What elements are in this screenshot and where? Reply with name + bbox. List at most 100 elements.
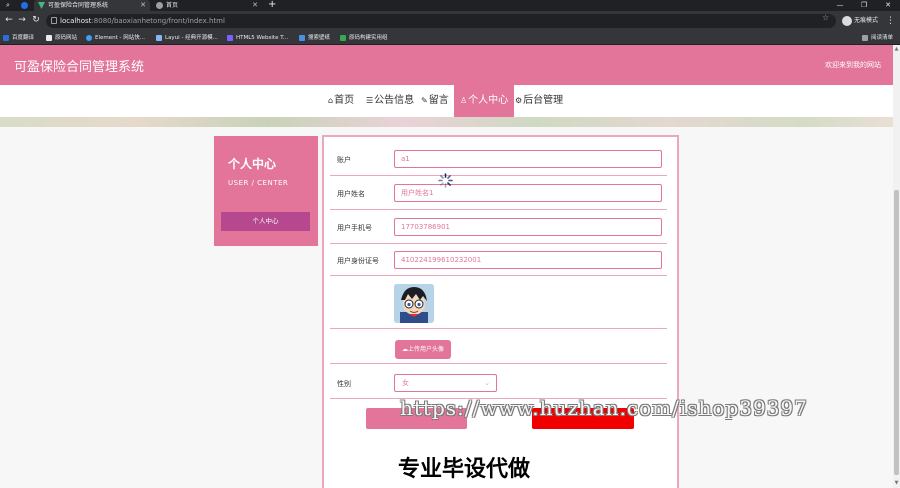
browser-menu-icon[interactable]: ⋮ <box>886 14 895 28</box>
gender-label: 性别 <box>337 380 351 388</box>
bookmark-item[interactable]: Element - 网站快... <box>86 31 145 45</box>
sidebar-subtitle: USER / CENTER <box>228 179 289 187</box>
form-row-avatar <box>330 276 667 329</box>
bookmark-label: HTML5 Website T... <box>236 35 289 41</box>
form-row-upload <box>330 329 667 364</box>
bookmark-label: 百度翻译 <box>12 35 35 41</box>
account-label: 账户 <box>337 156 351 164</box>
bookmark-label: Element - 网站快... <box>95 35 145 41</box>
browser-toolbar: ← → ↻ localhost:8080/baoxianhetong/front… <box>0 11 900 31</box>
component-icon <box>340 35 346 41</box>
phone-input[interactable]: 17703786901 <box>394 218 662 236</box>
nav-label: 首页 <box>334 95 355 106</box>
personal-center-sidebar: 个人中心 USER / CENTER 个人中心 <box>214 136 318 246</box>
bookmark-item[interactable]: 原码构建实用组 <box>340 31 388 45</box>
avatar[interactable] <box>394 284 434 323</box>
forward-icon[interactable]: → <box>16 14 28 27</box>
profile-label: 无痕模式 <box>854 17 879 24</box>
wallpaper-icon <box>299 35 305 41</box>
html5-icon <box>227 35 233 41</box>
bookmark-star-icon[interactable]: ☆ <box>822 11 829 25</box>
gender-value: 女 <box>402 379 409 387</box>
nav-label: 公告信息 <box>374 95 415 106</box>
idcard-label: 用户身份证号 <box>337 257 379 265</box>
pinned-tab-icon <box>21 2 28 9</box>
globe-icon <box>156 2 163 9</box>
reading-list[interactable]: 阅读清单 <box>862 31 893 45</box>
list-icon: ☰ <box>366 96 374 105</box>
nav-announcements[interactable]: ☰公告信息 <box>366 85 414 117</box>
nav-messages[interactable]: ✎留言 <box>421 85 449 117</box>
bookmark-item[interactable]: Layui - 经典开源模... <box>156 31 218 45</box>
new-tab-button[interactable]: + <box>268 0 276 10</box>
element-icon <box>86 35 92 41</box>
chevron-down-icon: ⌄ <box>484 379 490 387</box>
gender-select[interactable]: 女 ⌄ <box>394 374 497 392</box>
flag-icon <box>46 35 52 41</box>
url-path: :8080/baoxianhetong/front/index.html <box>91 17 225 25</box>
back-icon[interactable]: ← <box>3 14 15 27</box>
browser-tab-bar: ⌕ 可盈保险合同管理系统 ✕ 首页 ✕ + — ❐ ✕ <box>0 0 900 11</box>
minimize-icon[interactable]: — <box>828 0 852 11</box>
idcard-input[interactable]: 410224199610232001 <box>394 251 662 269</box>
floral-banner-strip <box>0 117 893 127</box>
site-header: 可盈保险合同管理系统 欢迎来到我的网站 <box>0 45 893 85</box>
nav-personal-center[interactable]: ♙个人中心 <box>454 85 515 117</box>
site-title: 可盈保险合同管理系统 <box>14 60 145 75</box>
main-nav: ⌂首页 ☰公告信息 ✎留言 ♙个人中心 ⚙后台管理 <box>0 85 893 117</box>
phone-label: 用户手机号 <box>337 224 372 232</box>
close-tab-icon[interactable]: ✕ <box>140 0 146 11</box>
site-info-icon[interactable] <box>51 17 57 24</box>
close-tab-icon[interactable]: ✕ <box>252 0 258 11</box>
vue-icon <box>38 2 45 9</box>
reading-list-icon <box>862 35 868 41</box>
maximize-icon[interactable]: ❐ <box>852 0 876 11</box>
user-icon: ♙ <box>460 96 468 105</box>
scroll-down-icon[interactable]: ▼ <box>893 480 900 487</box>
welcome-text: 欢迎来到我的网站 <box>825 61 881 69</box>
bookmark-label: 原码构建实用组 <box>349 35 388 41</box>
bookmark-item[interactable]: 原码网站 <box>46 31 77 45</box>
watermark-url: https://www.huzhan.com/ishop39397 <box>400 396 808 420</box>
nav-admin[interactable]: ⚙后台管理 <box>515 85 563 117</box>
scroll-up-icon[interactable]: ▲ <box>893 46 900 53</box>
sidebar-item-personal-center[interactable]: 个人中心 <box>221 212 310 231</box>
layui-icon <box>156 35 162 41</box>
promo-caption: 专业毕设代做 <box>398 457 531 482</box>
nav-label: 留言 <box>428 95 449 106</box>
name-input[interactable]: 用户姓名1 <box>394 184 662 202</box>
address-bar[interactable]: localhost:8080/baoxianhetong/front/index… <box>46 14 836 28</box>
tab-label: 首页 <box>166 2 179 9</box>
bookmark-label: 原码网站 <box>55 35 78 41</box>
bookmarks-bar: 百度翻译 原码网站 Element - 网站快... Layui - 经典开源模… <box>0 31 900 45</box>
form-row-gender <box>330 364 667 399</box>
bookmark-label: Layui - 经典开源模... <box>165 35 218 41</box>
bookmark-item[interactable]: HTML5 Website T... <box>227 31 288 45</box>
bookmark-item[interactable]: 百度翻译 <box>3 31 34 45</box>
upload-avatar-button[interactable]: ☁上传用户头像 <box>395 340 451 359</box>
translate-icon <box>3 35 9 41</box>
profile-button[interactable]: 无痕模式 <box>842 14 878 28</box>
sidebar-title: 个人中心 <box>228 157 277 171</box>
bookmark-label: 搜索壁纸 <box>308 35 331 41</box>
name-label: 用户姓名 <box>337 190 365 198</box>
reading-list-label: 阅读清单 <box>871 35 894 41</box>
account-input[interactable]: a1 <box>394 150 662 168</box>
tab-home[interactable]: 首页 ✕ <box>152 0 262 11</box>
link-icon: ⚙ <box>515 96 523 105</box>
tab-contract-system[interactable]: 可盈保险合同管理系统 ✕ <box>34 0 150 11</box>
home-icon: ⌂ <box>328 96 334 105</box>
nav-home[interactable]: ⌂首页 <box>328 85 354 117</box>
nav-label: 个人中心 <box>468 95 509 106</box>
close-window-icon[interactable]: ✕ <box>876 0 900 11</box>
incognito-avatar-icon <box>842 16 852 26</box>
edit-icon: ✎ <box>421 96 428 105</box>
scrollbar-thumb[interactable] <box>894 190 899 475</box>
url-text: localhost:8080/baoxianhetong/front/index… <box>60 14 225 28</box>
upload-label: 上传用户头像 <box>407 346 444 353</box>
cartoon-avatar-image <box>394 284 434 323</box>
reload-icon[interactable]: ↻ <box>30 14 42 27</box>
tab-label: 可盈保险合同管理系统 <box>48 2 109 9</box>
pinned-tab[interactable] <box>18 0 30 11</box>
bookmark-item[interactable]: 搜索壁纸 <box>299 31 330 45</box>
